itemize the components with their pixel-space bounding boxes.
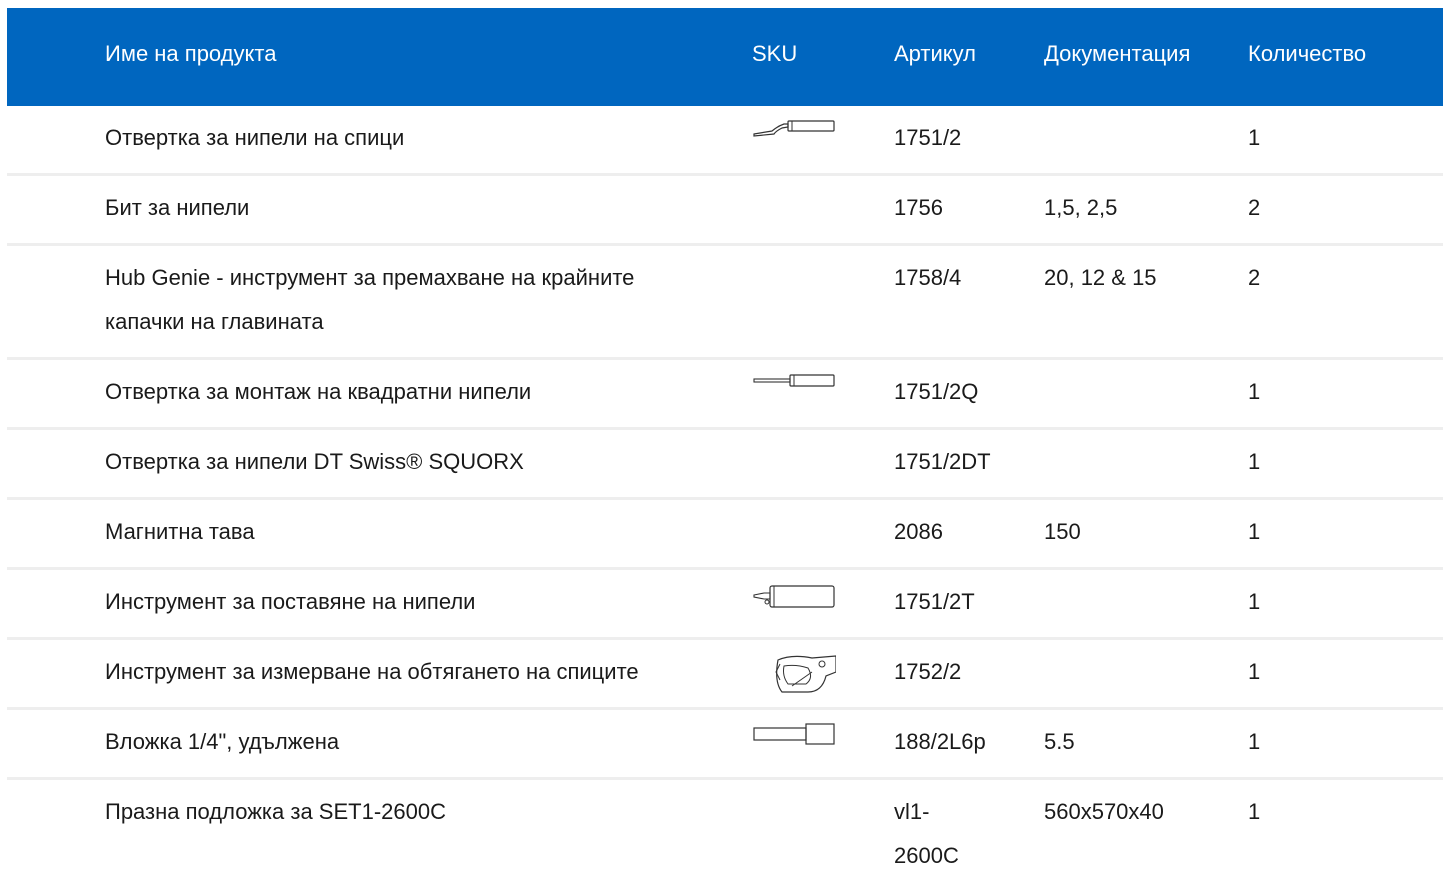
product-name: Бит за нипели: [105, 195, 250, 220]
product-name: Отвертка за нипели на спици: [105, 125, 405, 150]
article-number: 2086: [894, 519, 943, 544]
documentation: 150: [1044, 519, 1081, 544]
product-name: Hub Genie - инструмент за премахване на …: [105, 265, 635, 334]
table-row: Отвертка за монтаж на квадратни нипели 1…: [7, 360, 1443, 430]
quantity: 1: [1248, 379, 1261, 404]
article-number: vl1-2600C: [894, 799, 959, 868]
quantity: 1: [1248, 125, 1261, 150]
quantity: 1: [1248, 519, 1261, 544]
documentation: 5.5: [1044, 729, 1075, 754]
quantity: 1: [1248, 589, 1261, 614]
header-quantity: Количество: [1248, 41, 1367, 66]
article-number: 1758/4: [894, 265, 962, 290]
article-number: 1751/2T: [894, 589, 975, 614]
product-name: Инструмент за поставяне на нипели: [105, 589, 476, 614]
table-row: Вложка 1/4", удължена 188/2L6p 5.5 1: [7, 710, 1443, 780]
tension-meter-icon: [752, 652, 842, 698]
quantity: 1: [1248, 449, 1261, 474]
table-header: Име на продукта SKU Артикул Документация…: [7, 8, 1443, 106]
table-row: Отвертка за нипели DT Swiss® SQUORX 1751…: [7, 430, 1443, 500]
quantity: 1: [1248, 799, 1261, 824]
product-name: Празна подложка за SET1-2600C: [105, 799, 446, 824]
article-number: 1756: [894, 195, 943, 220]
product-name: Магнитна тава: [105, 519, 255, 544]
quantity: 1: [1248, 729, 1261, 754]
header-sku: SKU: [752, 41, 798, 66]
header-article: Артикул: [894, 41, 977, 66]
product-name: Отвертка за монтаж на квадратни нипели: [105, 379, 532, 404]
spoke-wrench-icon: [752, 118, 842, 164]
header-name: Име на продукта: [105, 41, 277, 66]
table-row: Празна подложка за SET1-2600C vl1-2600C …: [7, 780, 1443, 880]
table-row: Инструмент за поставяне на нипели 1751/2…: [7, 570, 1443, 640]
table-row: Магнитна тава 2086 150 1: [7, 500, 1443, 570]
quantity: 2: [1248, 265, 1261, 290]
documentation: 20, 12 & 15: [1044, 265, 1157, 290]
documentation: 560x570x40: [1044, 799, 1164, 824]
article-number: 1751/2: [894, 125, 962, 150]
nipple-insert-tool-icon: [752, 582, 842, 628]
table-row: Инструмент за измерване на обтягането на…: [7, 640, 1443, 710]
product-name: Отвертка за нипели DT Swiss® SQUORX: [105, 449, 524, 474]
socket-extension-icon: [752, 722, 842, 768]
quantity: 1: [1248, 659, 1261, 684]
article-number: 1752/2: [894, 659, 962, 684]
table-row: Отвертка за нипели на спици 1751/2 1: [7, 106, 1443, 176]
documentation: 1,5, 2,5: [1044, 195, 1118, 220]
product-name: Инструмент за измерване на обтягането на…: [105, 659, 639, 684]
screwdriver-icon: [752, 372, 842, 418]
article-number: 1751/2DT: [894, 449, 991, 474]
product-table: Име на продукта SKU Артикул Документация…: [7, 8, 1443, 880]
table-row: Бит за нипели 1756 1,5, 2,5 2: [7, 176, 1443, 246]
table-row: Hub Genie - инструмент за премахване на …: [7, 246, 1443, 360]
product-name: Вложка 1/4", удължена: [105, 729, 340, 754]
article-number: 1751/2Q: [894, 379, 979, 404]
article-number: 188/2L6p: [894, 729, 986, 754]
header-documentation: Документация: [1044, 41, 1191, 66]
quantity: 2: [1248, 195, 1261, 220]
